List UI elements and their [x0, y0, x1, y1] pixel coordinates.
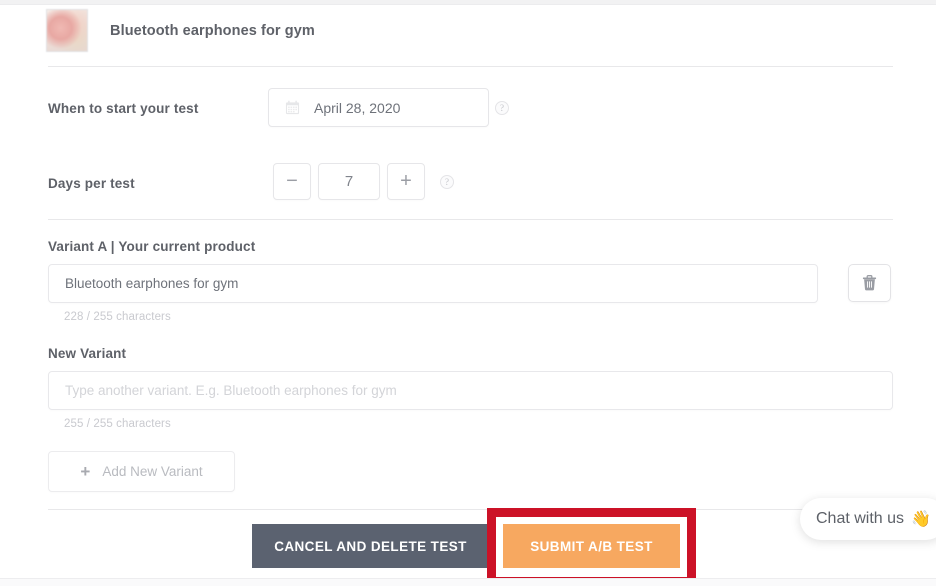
start-date-value: April 28, 2020 [314, 99, 401, 116]
bottom-strip [0, 578, 936, 586]
plus-icon: + [80, 461, 91, 481]
variant-a-label: Variant A | Your current product [48, 239, 256, 254]
ab-test-setup-page: Bluetooth earphones for gym When to star… [0, 0, 936, 586]
divider-variants [48, 219, 893, 220]
trash-icon [862, 275, 877, 291]
variant-a-counter: 228 / 255 characters [64, 311, 171, 323]
calendar-icon [285, 100, 300, 115]
chat-widget-label: Chat with us [816, 510, 905, 527]
product-title: Bluetooth earphones for gym [110, 22, 315, 39]
start-date-help-icon[interactable]: ? [495, 101, 509, 115]
days-decrement-button[interactable]: − [273, 163, 311, 200]
divider-top [48, 66, 893, 67]
days-per-test-stepper: − 7 + [273, 163, 425, 200]
waving-hand-icon: 👋 [911, 511, 931, 528]
cancel-and-delete-test-button[interactable]: CANCEL AND DELETE TEST [252, 524, 489, 568]
start-date-label: When to start your test [48, 101, 199, 116]
new-variant-counter: 255 / 255 characters [64, 418, 171, 430]
days-per-test-label: Days per test [48, 176, 135, 191]
top-bar-strip [0, 0, 936, 5]
new-variant-input[interactable] [48, 371, 893, 410]
chat-with-us-widget[interactable]: Chat with us 👋 [800, 498, 936, 540]
days-value-input[interactable]: 7 [318, 163, 380, 200]
product-thumbnail-image [46, 9, 88, 52]
variant-a-input[interactable] [48, 264, 818, 303]
new-variant-label: New Variant [48, 346, 127, 361]
start-date-field[interactable]: April 28, 2020 [268, 88, 489, 127]
delete-variant-a-button[interactable] [848, 264, 891, 302]
submit-ab-test-button[interactable]: SUBMIT A/B TEST [503, 524, 680, 568]
product-header: Bluetooth earphones for gym [46, 9, 315, 52]
divider-footer [48, 509, 893, 510]
add-new-variant-button[interactable]: + Add New Variant [48, 451, 235, 492]
add-new-variant-label: Add New Variant [102, 464, 203, 479]
days-increment-button[interactable]: + [387, 163, 425, 200]
days-per-test-help-icon[interactable]: ? [440, 175, 454, 189]
